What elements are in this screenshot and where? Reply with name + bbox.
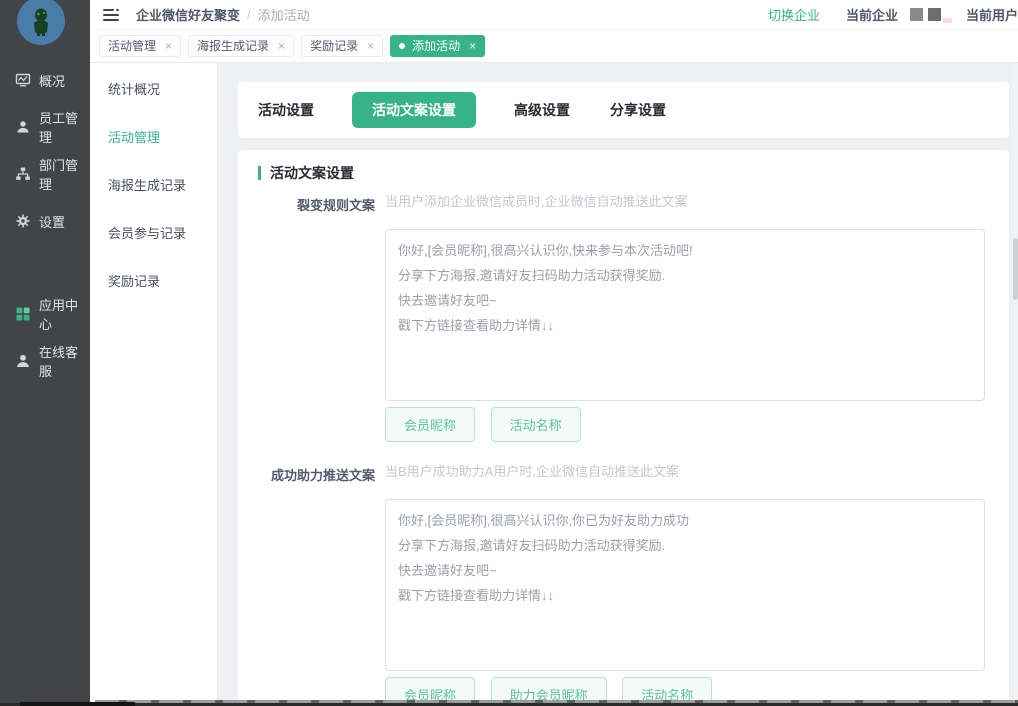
sidebar-item-poster-records[interactable]: 海报生成记录 (108, 175, 217, 195)
insert-variable-buttons: 会员昵称 助力会员昵称 活动名称 (385, 677, 985, 700)
current-company-label: 当前企业 (846, 5, 898, 24)
mascot-icon (28, 6, 54, 36)
insert-variable-buttons: 会员昵称 活动名称 (385, 407, 985, 442)
sidebar-item-employees[interactable]: 员工管理 (0, 117, 90, 137)
insert-member-nickname-button[interactable]: 会员昵称 (385, 677, 475, 700)
tab-advanced-settings[interactable]: 高级设置 (512, 92, 572, 128)
assist-success-copy-textarea[interactable]: 你好,[会员昵称],很高兴认识你,你已为好友助力成功 分享下方海报,邀请好友扫码… (385, 499, 985, 671)
breadcrumb-root[interactable]: 企业微信好友聚变 (136, 5, 240, 24)
insert-activity-name-button[interactable]: 活动名称 (491, 407, 581, 442)
fission-rule-copy-textarea[interactable]: 你好,[会员昵称],很高兴认识你,快来参与本次活动吧! 分享下方海报,邀请好友扫… (385, 229, 985, 401)
field-hint: 当用户添加企业微信成员时,企业微信自动推送此文案 (385, 193, 985, 211)
vertical-scrollbar-thumb[interactable] (1013, 238, 1018, 300)
open-tabs-bar: 活动管理 × 海报生成记录 × 奖励记录 × 添加活动 × (90, 30, 1018, 63)
app-sidebar: 概况 员工管理 部门管理 (0, 0, 90, 706)
tab-activity-settings[interactable]: 活动设置 (256, 92, 316, 128)
sidebar-item-departments[interactable]: 部门管理 (0, 164, 90, 184)
app-logo-avatar (17, 0, 65, 45)
insert-assist-member-nickname-button[interactable]: 助力会员昵称 (491, 677, 607, 700)
field-label: 裂变规则文案 (238, 193, 375, 442)
collapse-menu-icon[interactable] (102, 8, 120, 22)
tab-tag-activity-management[interactable]: 活动管理 × (99, 35, 181, 57)
app-grid-icon (15, 306, 31, 322)
main-content: 活动设置 活动文案设置 高级设置 分享设置 活动文案设置 裂变规则文案 当用户添… (218, 63, 1018, 700)
section-accent-bar (258, 166, 261, 180)
switch-company-link[interactable]: 切换企业 (768, 5, 820, 24)
tab-tag-add-activity[interactable]: 添加活动 × (390, 35, 485, 57)
field-hint: 当B用户成功助力A用户时,企业微信自动推送此文案 (385, 463, 985, 481)
tag-close-icon[interactable]: × (469, 39, 476, 53)
field-body: 当用户添加企业微信成员时,企业微信自动推送此文案 你好,[会员昵称],很高兴认识… (385, 193, 985, 442)
section-header: 活动文案设置 (258, 163, 1009, 183)
dashboard-icon (15, 72, 31, 88)
sidebar-item-reward-records[interactable]: 奖励记录 (108, 271, 217, 291)
sidebar-item-label: 员工管理 (39, 108, 90, 146)
tab-tag-label: 添加活动 (412, 39, 460, 53)
gear-icon (15, 213, 31, 229)
breadcrumb-separator: / (247, 7, 251, 22)
sidebar-item-label: 概况 (39, 71, 65, 90)
tag-close-icon[interactable]: × (367, 39, 374, 53)
sidebar-item-statistics-overview[interactable]: 统计概况 (108, 79, 217, 99)
form-row-fission-rule-copy: 裂变规则文案 当用户添加企业微信成员时,企业微信自动推送此文案 你好,[会员昵称… (238, 193, 1009, 442)
settings-tab-card: 活动设置 活动文案设置 高级设置 分享设置 (238, 82, 1009, 138)
tab-tag-reward-records[interactable]: 奖励记录 × (301, 35, 383, 57)
section-title: 活动文案设置 (270, 163, 354, 183)
field-label: 成功助力推送文案 (238, 463, 375, 700)
tab-tag-label: 活动管理 (108, 39, 156, 53)
form-row-assist-success-copy: 成功助力推送文案 当B用户成功助力A用户时,企业微信自动推送此文案 你好,[会员… (238, 463, 1009, 700)
bottom-edge-strip (20, 702, 135, 706)
module-sidebar: 统计概况 活动管理 海报生成记录 会员参与记录 奖励记录 (90, 63, 218, 700)
field-body: 当B用户成功助力A用户时,企业微信自动推送此文案 你好,[会员昵称],很高兴认识… (385, 463, 985, 700)
sidebar-item-label: 应用中心 (39, 295, 90, 333)
sidebar-item-app-center[interactable]: 应用中心 (0, 304, 90, 324)
insert-member-nickname-button[interactable]: 会员昵称 (385, 407, 475, 442)
tag-close-icon[interactable]: × (278, 39, 285, 53)
vertical-scrollbar-track[interactable] (1013, 63, 1018, 700)
company-logo-block (928, 8, 941, 21)
company-logo-block (910, 8, 923, 21)
breadcrumb-current: 添加活动 (258, 5, 310, 24)
tab-copy-settings[interactable]: 活动文案设置 (352, 92, 476, 128)
sidebar-item-label: 部门管理 (39, 155, 90, 193)
current-user-label: 当前用户 (966, 5, 1018, 24)
tab-tag-poster-records[interactable]: 海报生成记录 × (188, 35, 294, 57)
sidebar-item-member-participation[interactable]: 会员参与记录 (108, 223, 217, 243)
sidebar-item-overview[interactable]: 概况 (0, 70, 90, 90)
sidebar-item-activity-management[interactable]: 活动管理 (108, 127, 217, 147)
tab-tag-label: 海报生成记录 (197, 39, 269, 53)
sidebar-item-online-service[interactable]: 在线客服 (0, 351, 90, 371)
sidebar-item-label: 设置 (39, 212, 65, 231)
company-logo-block (943, 18, 952, 23)
tab-tag-label: 奖励记录 (310, 39, 358, 53)
department-icon (15, 166, 31, 182)
copy-settings-panel: 活动文案设置 裂变规则文案 当用户添加企业微信成员时,企业微信自动推送此文案 你… (238, 150, 1009, 700)
copy-settings-form: 裂变规则文案 当用户添加企业微信成员时,企业微信自动推送此文案 你好,[会员昵称… (238, 193, 1009, 700)
insert-activity-name-button[interactable]: 活动名称 (622, 677, 712, 700)
tag-close-icon[interactable]: × (165, 39, 172, 53)
active-tag-dot (399, 43, 405, 49)
customer-service-icon (15, 353, 31, 369)
sidebar-nav: 概况 员工管理 部门管理 (0, 70, 90, 398)
employee-icon (15, 119, 31, 135)
top-header: 企业微信好友聚变 / 添加活动 切换企业 当前企业 当前用户 (90, 0, 1018, 30)
sidebar-item-label: 在线客服 (39, 342, 90, 380)
tab-share-settings[interactable]: 分享设置 (608, 92, 668, 128)
sidebar-item-settings[interactable]: 设置 (0, 211, 90, 231)
